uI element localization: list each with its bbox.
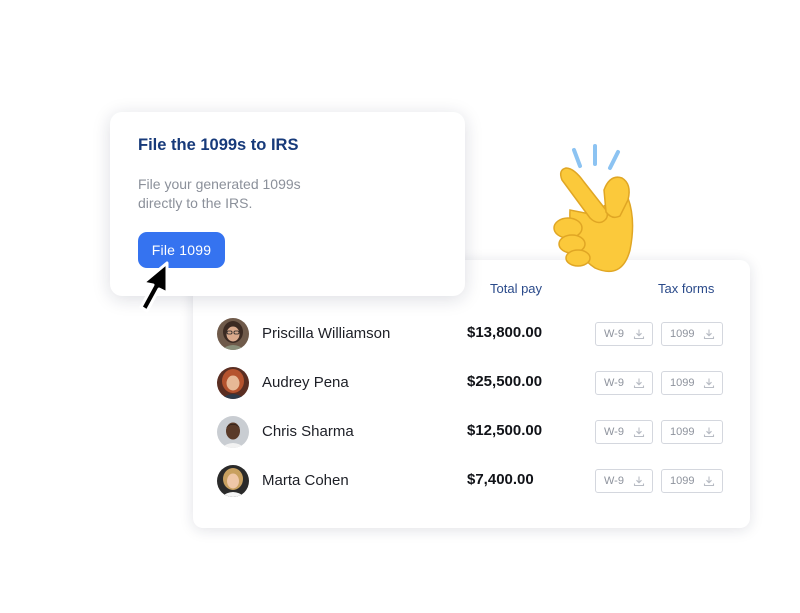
1099-label: 1099 — [670, 426, 695, 438]
stage: Total pay Tax forms Priscilla Williamson… — [0, 0, 800, 613]
download-icon — [633, 378, 645, 389]
avatar — [217, 318, 249, 350]
payee-total-pay: $7,400.00 — [467, 471, 534, 488]
download-icon — [633, 476, 645, 487]
w9-download-button[interactable]: W-9 — [595, 469, 653, 493]
mouse-pointer-icon — [139, 261, 169, 313]
w9-label: W-9 — [604, 426, 624, 438]
payee-name: Marta Cohen — [262, 472, 349, 489]
1099-download-button[interactable]: 1099 — [661, 322, 723, 346]
column-header-tax-forms: Tax forms — [658, 281, 715, 296]
table-row: Chris Sharma $12,500.00 W-9 1099 — [193, 414, 750, 450]
payee-name: Priscilla Williamson — [262, 325, 391, 342]
w9-label: W-9 — [604, 377, 624, 389]
payees-table-card: Total pay Tax forms Priscilla Williamson… — [193, 260, 750, 528]
popup-title: File the 1099s to IRS — [138, 136, 299, 154]
payee-name: Audrey Pena — [262, 374, 349, 391]
payee-total-pay: $25,500.00 — [467, 373, 543, 390]
payee-name: Chris Sharma — [262, 423, 354, 440]
1099-label: 1099 — [670, 377, 695, 389]
table-row: Audrey Pena $25,500.00 W-9 1099 — [193, 365, 750, 401]
download-icon — [703, 476, 715, 487]
avatar — [217, 367, 249, 399]
table-row: Marta Cohen $7,400.00 W-9 1099 — [193, 463, 750, 499]
w9-label: W-9 — [604, 328, 624, 340]
table-row: Priscilla Williamson $13,800.00 W-9 1099 — [193, 316, 750, 352]
1099-label: 1099 — [670, 328, 695, 340]
download-icon — [633, 427, 645, 438]
payee-total-pay: $13,800.00 — [467, 324, 543, 341]
column-header-total-pay: Total pay — [490, 281, 543, 296]
1099-label: 1099 — [670, 475, 695, 487]
download-icon — [703, 329, 715, 340]
avatar — [217, 465, 249, 497]
snapping-fingers-icon — [553, 144, 634, 273]
w9-label: W-9 — [604, 475, 624, 487]
w9-download-button[interactable]: W-9 — [595, 371, 653, 395]
download-icon — [703, 427, 715, 438]
popup-description: File your generated 1099s directly to th… — [138, 176, 301, 211]
download-icon — [633, 329, 645, 340]
1099-download-button[interactable]: 1099 — [661, 371, 723, 395]
1099-download-button[interactable]: 1099 — [661, 420, 723, 444]
1099-download-button[interactable]: 1099 — [661, 469, 723, 493]
download-icon — [703, 378, 715, 389]
w9-download-button[interactable]: W-9 — [595, 322, 653, 346]
avatar — [217, 416, 249, 448]
payee-total-pay: $12,500.00 — [467, 422, 543, 439]
w9-download-button[interactable]: W-9 — [595, 420, 653, 444]
